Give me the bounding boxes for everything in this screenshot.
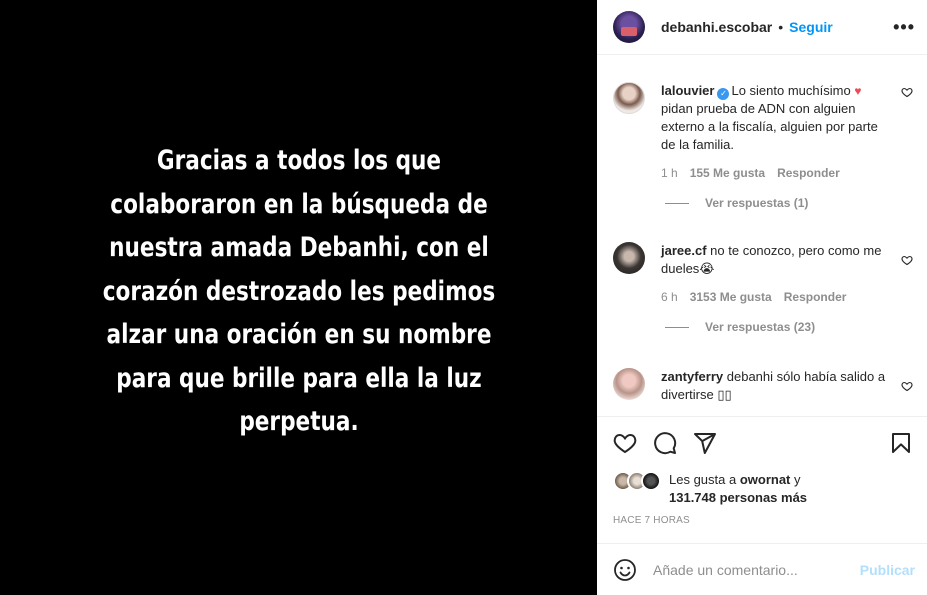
view-replies-button[interactable]: Ver respuestas (1) <box>665 196 913 210</box>
commenter-avatar[interactable] <box>613 368 645 400</box>
comment-like-heart-icon[interactable] <box>901 254 913 266</box>
likes-text: Les gusta a owornat y 131.748 personas m… <box>669 471 807 507</box>
replies-divider-line <box>665 326 689 328</box>
post-header: debanhi.escobar • Seguir ••• <box>597 0 927 55</box>
comment-likes-count[interactable]: 155 Me gusta <box>690 166 765 180</box>
comment-time[interactable]: 6 h <box>661 290 678 304</box>
likes-middle: y <box>790 472 801 487</box>
author-username[interactable]: debanhi.escobar <box>661 19 772 35</box>
comments-list[interactable]: lalouvier ✓ Lo siento muchísimo ♥ pidan pr… <box>597 56 927 416</box>
comment-text-part: Lo siento muchísimo <box>731 83 855 98</box>
red-heart-emoji: ♥ <box>854 84 862 98</box>
smiley-icon[interactable] <box>613 558 637 582</box>
comment-text: lalouvier ✓ Lo siento muchísimo ♥ pidan pr… <box>661 82 887 154</box>
follow-button[interactable]: Seguir <box>789 19 833 35</box>
more-options-icon[interactable]: ••• <box>893 17 915 38</box>
reply-button[interactable]: Responder <box>784 290 847 304</box>
view-replies-button[interactable]: Ver respuestas (23) <box>665 320 913 334</box>
comment-composer: Publicar <box>597 543 927 595</box>
liker-username[interactable]: owornat <box>740 472 791 487</box>
comment-item: zantyferry debanhi sólo había salido a d… <box>613 368 913 404</box>
comment-item: jaree.cf no te conozco, pero como me due… <box>613 242 913 334</box>
comment-username[interactable]: lalouvier <box>661 83 714 98</box>
post-actions-section: Les gusta a owornat y 131.748 personas m… <box>597 416 927 526</box>
commenter-avatar[interactable] <box>613 242 645 274</box>
comment-username[interactable]: jaree.cf <box>661 243 707 258</box>
post-side-panel: debanhi.escobar • Seguir ••• lalouvier ✓ L… <box>597 0 927 595</box>
post-comment-button[interactable]: Publicar <box>860 562 915 578</box>
post-timestamp[interactable]: HACE 7 HORAS <box>597 515 927 526</box>
comment-text-part: pidan prueba de ADN con alguien externo … <box>661 101 878 152</box>
likes-count[interactable]: 131.748 personas más <box>669 490 807 505</box>
replies-divider-line <box>665 202 689 204</box>
comment-username[interactable]: zantyferry <box>661 369 723 384</box>
comment-text: zantyferry debanhi sólo había salido a d… <box>661 368 887 404</box>
liker-avatar <box>641 471 661 491</box>
likes-summary: Les gusta a owornat y 131.748 personas m… <box>597 471 927 507</box>
header-separator: • <box>778 19 784 35</box>
comment-input[interactable] <box>653 561 843 578</box>
view-replies-label: Ver respuestas (1) <box>705 196 809 210</box>
comment-item: lalouvier ✓ Lo siento muchísimo ♥ pidan pr… <box>613 82 913 210</box>
liker-avatars[interactable] <box>613 471 665 491</box>
likes-prefix: Les gusta a <box>669 472 740 487</box>
comment-like-heart-icon[interactable] <box>901 86 913 98</box>
paper-plane-icon[interactable] <box>693 431 717 455</box>
comment-likes-count[interactable]: 3153 Me gusta <box>690 290 772 304</box>
commenter-avatar[interactable] <box>613 82 645 114</box>
author-avatar[interactable] <box>613 11 645 43</box>
comment-text: jaree.cf no te conozco, pero como me due… <box>661 242 887 278</box>
comment-time[interactable]: 1 h <box>661 166 678 180</box>
comment-meta: 1 h 155 Me gusta Responder <box>661 166 913 180</box>
comment-like-heart-icon[interactable] <box>901 380 913 392</box>
action-bar <box>597 417 927 469</box>
comment-meta: 6 h 3153 Me gusta Responder <box>661 290 913 304</box>
verified-badge-icon: ✓ <box>717 88 730 100</box>
reply-button[interactable]: Responder <box>777 166 840 180</box>
view-replies-label: Ver respuestas (23) <box>705 320 816 334</box>
speech-bubble-icon[interactable] <box>653 431 677 455</box>
post-media-text: Gracias a todos los que colaboraron en l… <box>102 145 495 438</box>
heart-outline-icon[interactable] <box>613 431 637 455</box>
post-media[interactable]: Gracias a todos los que colaboraron en l… <box>0 0 597 595</box>
bookmark-icon[interactable] <box>889 431 913 455</box>
